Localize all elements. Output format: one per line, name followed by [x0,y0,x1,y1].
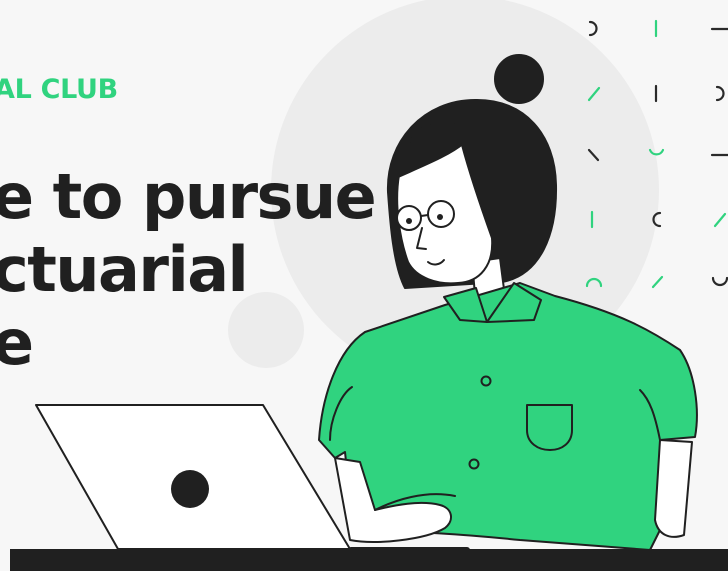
laptop-logo [171,470,209,508]
shirt-pocket [526,404,573,451]
hair-bun [494,54,544,104]
headline-line-2: ctuarial [0,233,249,306]
club-label: AL CLUB [0,74,118,105]
laptop-base [348,547,470,557]
laptop [35,404,351,550]
headline-line-3: e [0,306,34,379]
page-headline: e to pursue ctuarial e [0,160,377,379]
headline-line-1: e to pursue [0,160,377,233]
